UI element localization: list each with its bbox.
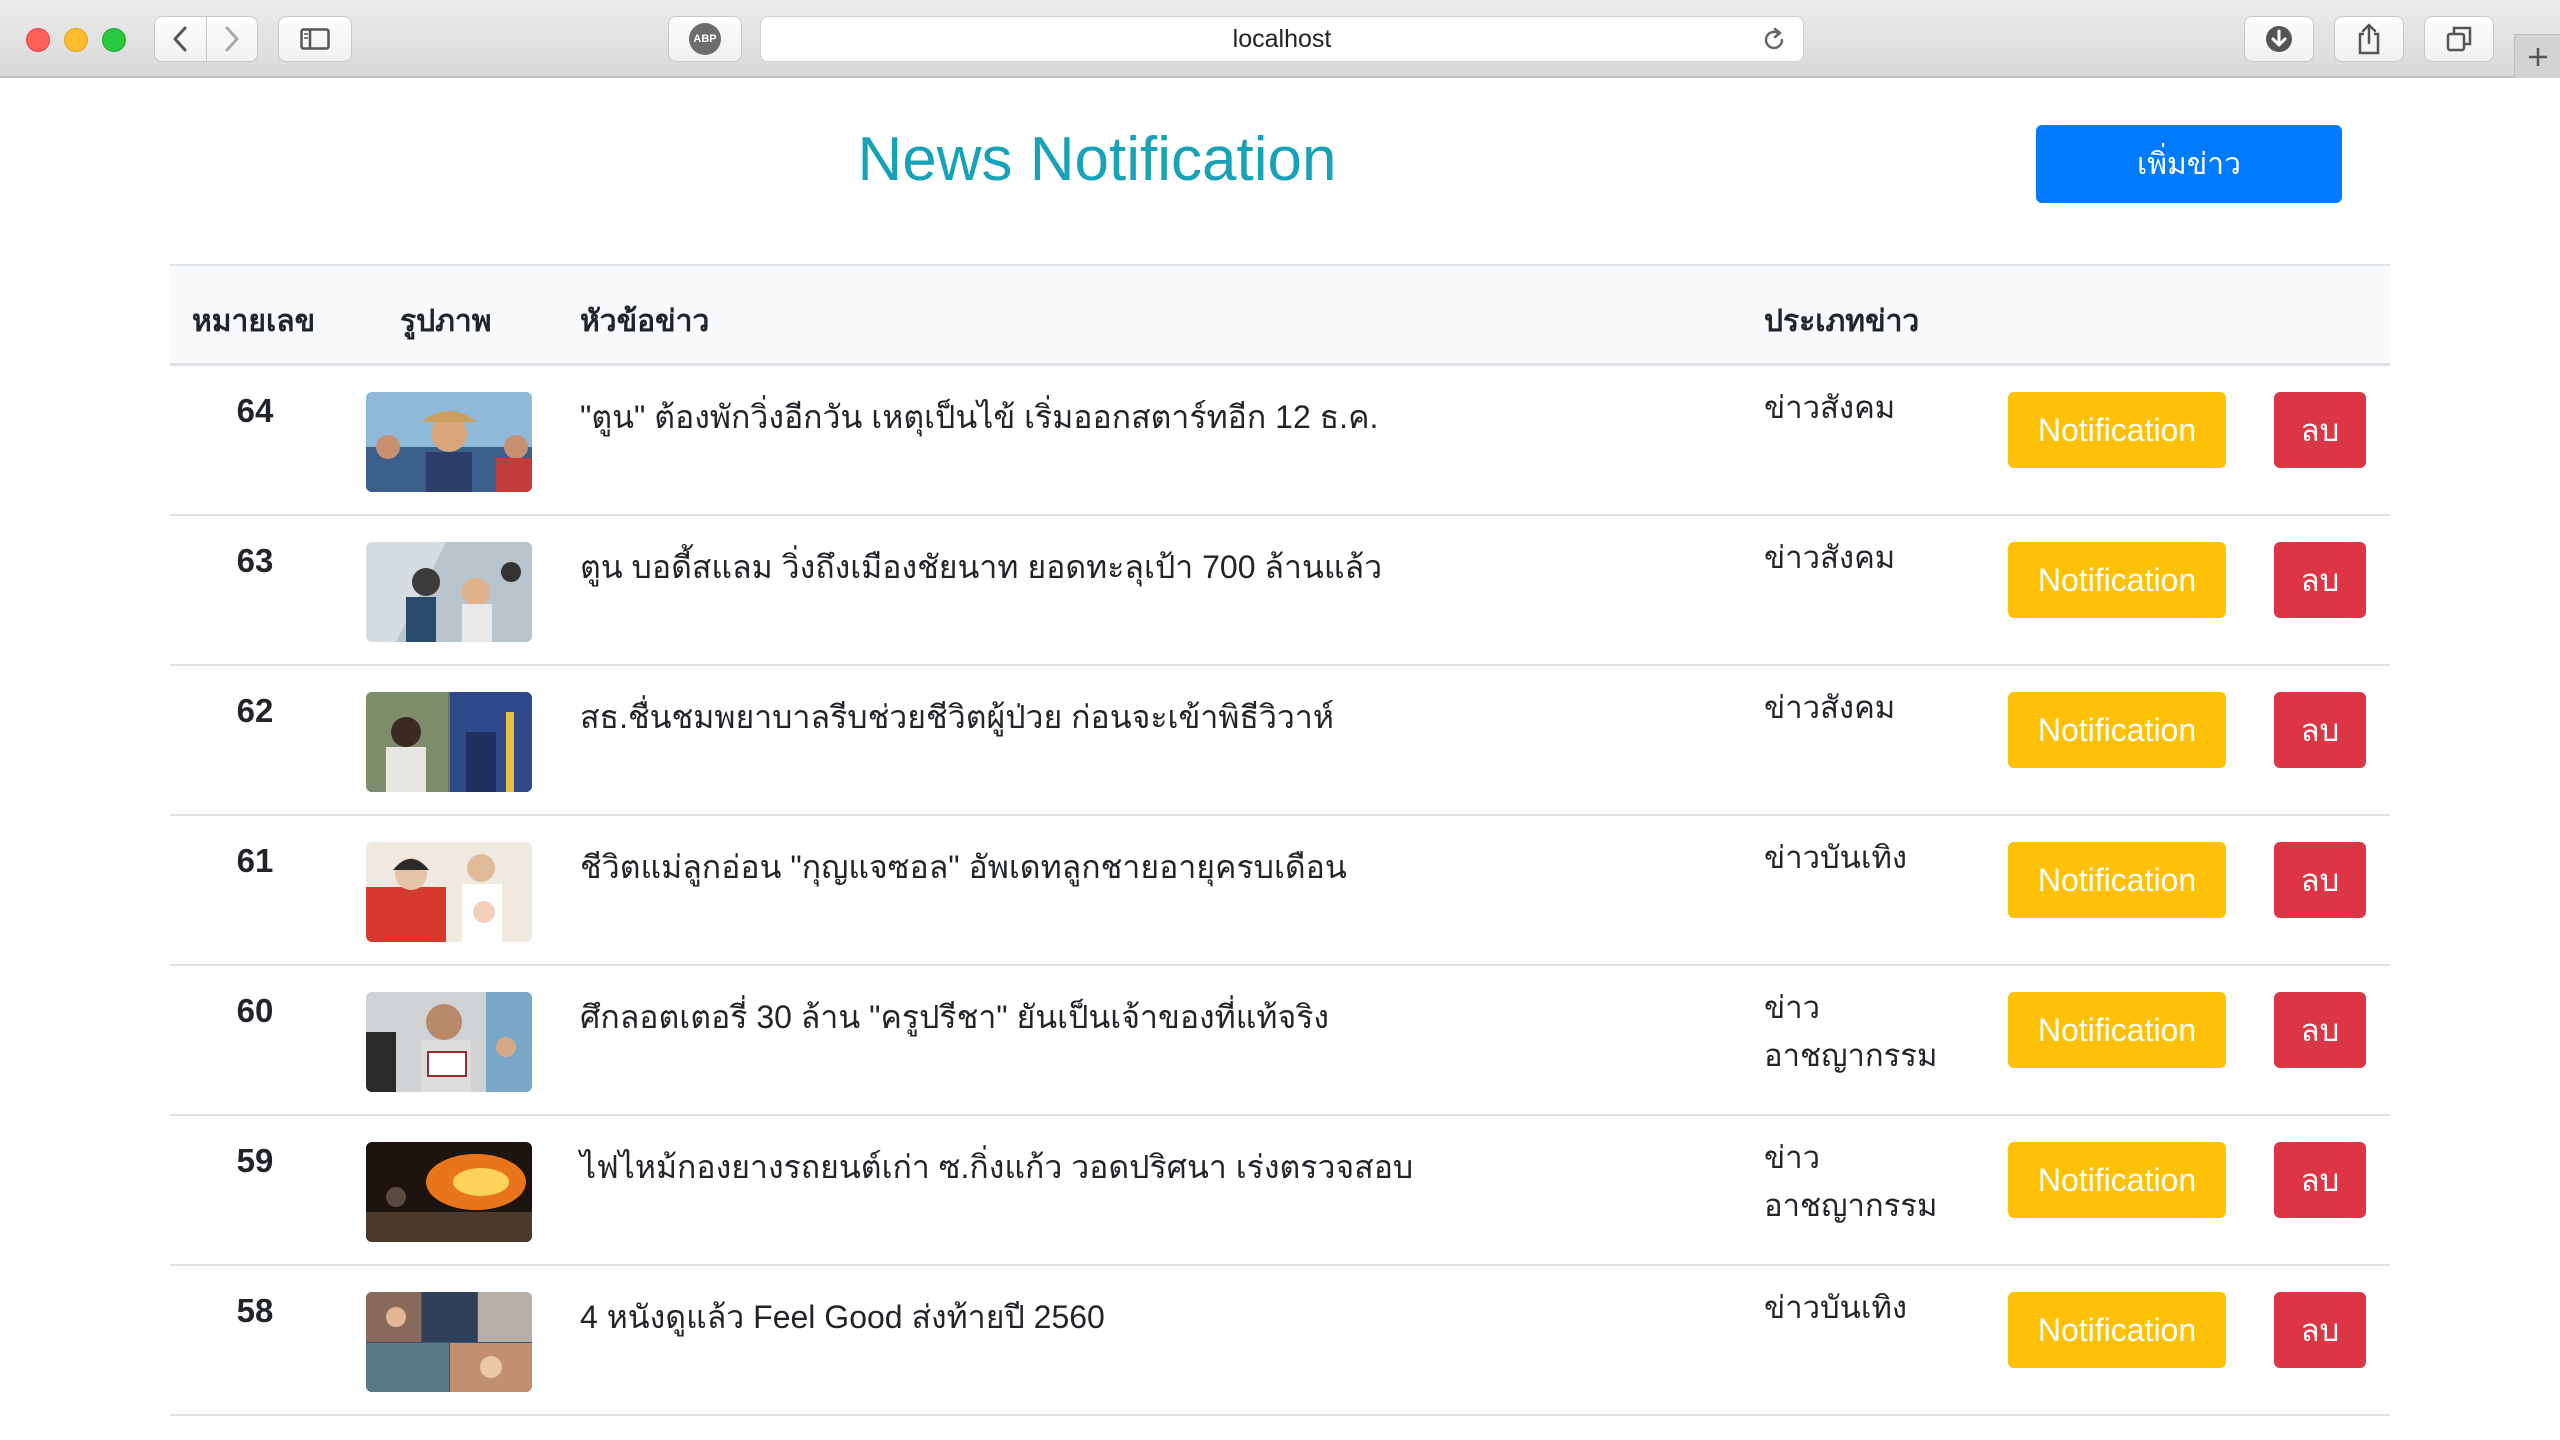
news-title: ชีวิตแม่ลูกอ่อน "กุญแจซอล" อัพเดทลูกชายอ… xyxy=(580,849,1347,885)
news-thumbnail xyxy=(366,542,532,642)
header-type: ประเภทข่าว xyxy=(1764,305,1920,338)
tabs-icon xyxy=(2446,26,2472,52)
back-button[interactable] xyxy=(155,17,206,61)
table-row: 63 ตูน บอดี้สแลม วิ่งถึงเมืองชัยนาท ยอดท… xyxy=(170,516,2390,666)
news-type: ข่าวสังคม xyxy=(1764,690,1896,725)
page-title: News Notification xyxy=(857,125,1337,194)
table-row: 58 4 หนังดูแล้ว Feel Good ส่งท้ายปี 2560… xyxy=(170,1266,2390,1416)
adblock-icon: ABP xyxy=(689,23,721,55)
table-row: 62 สธ.ชื่นชมพยาบาลรีบช่วยชีวิตผู้ป่วย ก่… xyxy=(170,666,2390,816)
table-header: หมายเลข รูปภาพ หัวข้อข่าว ประเภทข่าว xyxy=(170,264,2390,366)
reload-icon[interactable] xyxy=(1761,27,1787,53)
delete-button[interactable]: ลบ xyxy=(2274,1142,2366,1218)
delete-button[interactable]: ลบ xyxy=(2274,392,2366,468)
adblock-button[interactable]: ABP xyxy=(668,16,742,62)
news-type: ข่าวอาชญากรรม xyxy=(1764,990,1938,1073)
news-title: 4 หนังดูแล้ว Feel Good ส่งท้ายปี 2560 xyxy=(580,1299,1105,1335)
notification-button[interactable]: Notification xyxy=(2008,992,2226,1068)
news-type: ข่าวสังคม xyxy=(1764,390,1896,425)
delete-button[interactable]: ลบ xyxy=(2274,692,2366,768)
plus-icon xyxy=(2528,47,2547,66)
close-window-button[interactable] xyxy=(26,28,50,52)
table-row: 59 ไฟไหม้กองยางรถยนต์เก่า ซ.กิ่งแก้ว วอด… xyxy=(170,1116,2390,1266)
add-news-button[interactable]: เพิ่มข่าว xyxy=(2036,125,2342,203)
news-id: 61 xyxy=(236,842,274,879)
news-thumbnail xyxy=(366,392,532,492)
news-type: ข่าวบันเทิง xyxy=(1764,840,1908,875)
news-title: ไฟไหม้กองยางรถยนต์เก่า ซ.กิ่งแก้ว วอดปริ… xyxy=(580,1149,1414,1185)
news-id: 62 xyxy=(236,692,274,729)
downloads-button[interactable] xyxy=(2244,16,2314,62)
news-id: 63 xyxy=(236,542,274,579)
notification-button[interactable]: Notification xyxy=(2008,1292,2226,1368)
notification-button[interactable]: Notification xyxy=(2008,392,2226,468)
back-icon xyxy=(173,26,187,52)
share-icon xyxy=(2358,23,2380,55)
delete-button[interactable]: ลบ xyxy=(2274,542,2366,618)
table-row: 60 ศึกลอตเตอรี่ 30 ล้าน "ครูปรีชา" ยันเป… xyxy=(170,966,2390,1116)
news-id: 64 xyxy=(236,392,274,429)
news-id: 59 xyxy=(236,1142,274,1179)
delete-button[interactable]: ลบ xyxy=(2274,1292,2366,1368)
table-row: 64 "ตูน" ต้องพักวิ่งอีกวัน เหตุเป็นไข้ เ… xyxy=(170,366,2390,516)
news-title: สธ.ชื่นชมพยาบาลรีบช่วยชีวิตผู้ป่วย ก่อนจ… xyxy=(580,699,1334,735)
table-row: 61 ชีวิตแม่ลูกอ่อน "กุญแจซอล" อัพเดทลูกช… xyxy=(170,816,2390,966)
forward-button[interactable] xyxy=(205,17,257,61)
news-id: 60 xyxy=(236,992,274,1029)
news-type: ข่าวอาชญากรรม xyxy=(1764,1140,1938,1223)
notification-button[interactable]: Notification xyxy=(2008,542,2226,618)
notification-button[interactable]: Notification xyxy=(2008,1142,2226,1218)
forward-icon xyxy=(225,26,239,52)
news-title: "ตูน" ต้องพักวิ่งอีกวัน เหตุเป็นไข้ เริ่… xyxy=(580,399,1379,435)
url-text: localhost xyxy=(1232,24,1332,53)
header-image: รูปภาพ xyxy=(400,305,492,338)
header-title: หัวข้อข่าว xyxy=(580,305,710,338)
sidebar-button[interactable] xyxy=(278,16,352,62)
news-title: ตูน บอดี้สแลม วิ่งถึงเมืองชัยนาท ยอดทะลุ… xyxy=(580,549,1383,585)
news-table: หมายเลข รูปภาพ หัวข้อข่าว ประเภทข่าว 64 … xyxy=(170,264,2390,1416)
address-bar[interactable]: localhost xyxy=(760,16,1804,62)
zoom-window-button[interactable] xyxy=(102,28,126,52)
news-type: ข่าวสังคม xyxy=(1764,540,1896,575)
new-tab-button[interactable] xyxy=(2514,34,2560,78)
news-thumbnail xyxy=(366,692,532,792)
news-thumbnail xyxy=(366,842,532,942)
sidebar-icon xyxy=(300,28,330,50)
delete-button[interactable]: ลบ xyxy=(2274,992,2366,1068)
browser-toolbar: ABP localhost xyxy=(0,0,2560,78)
news-id: 58 xyxy=(236,1292,274,1329)
news-thumbnail xyxy=(366,1142,532,1242)
nav-buttons xyxy=(154,16,258,62)
header-number: หมายเลข xyxy=(192,305,316,338)
delete-button[interactable]: ลบ xyxy=(2274,842,2366,918)
notification-button[interactable]: Notification xyxy=(2008,692,2226,768)
tabs-overview-button[interactable] xyxy=(2424,16,2494,62)
news-thumbnail xyxy=(366,992,532,1092)
share-button[interactable] xyxy=(2334,16,2404,62)
news-type: ข่าวบันเทิง xyxy=(1764,1290,1908,1325)
notification-button[interactable]: Notification xyxy=(2008,842,2226,918)
news-thumbnail xyxy=(366,1292,532,1392)
news-title: ศึกลอตเตอรี่ 30 ล้าน "ครูปรีชา" ยันเป็นเ… xyxy=(580,999,1330,1035)
minimize-window-button[interactable] xyxy=(64,28,88,52)
download-icon xyxy=(2266,26,2292,52)
